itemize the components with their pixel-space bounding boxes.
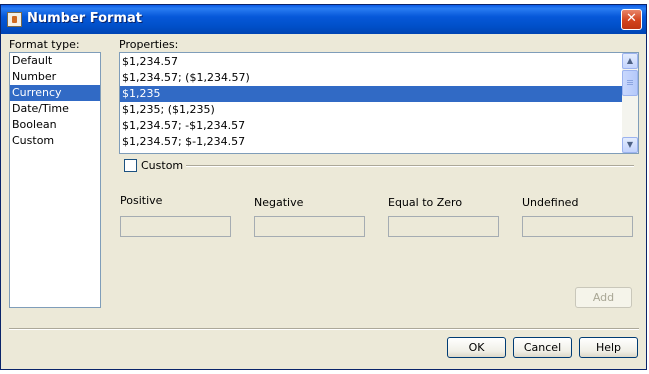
positive-label: Positive	[120, 194, 163, 207]
format-type-item[interactable]: Custom	[10, 133, 100, 149]
java-cup-icon	[7, 12, 22, 27]
equal-to-zero-label: Equal to Zero	[388, 196, 463, 209]
format-type-item[interactable]: Currency	[10, 85, 100, 101]
help-button[interactable]: Help	[579, 337, 638, 358]
positive-field[interactable]	[120, 216, 231, 237]
properties-item[interactable]: $1,235	[120, 86, 638, 102]
format-type-item[interactable]: Date/Time	[10, 101, 100, 117]
properties-item[interactable]: $1,234.57; ($1,234.57)	[120, 70, 638, 86]
window-title: Number Format	[27, 11, 142, 26]
format-type-list[interactable]: Default Number Currency Date/Time Boolean Cus…	[9, 52, 101, 308]
properties-item[interactable]: $1,234.57; $-1,234.57	[120, 134, 638, 150]
cancel-button[interactable]: Cancel	[513, 337, 572, 358]
negative-label: Negative	[254, 196, 304, 209]
properties-item[interactable]: $1,234.57	[120, 54, 638, 70]
undefined-label: Undefined	[522, 196, 579, 209]
scroll-up-icon[interactable]: ▲	[622, 53, 638, 69]
negative-field[interactable]	[254, 216, 365, 237]
scroll-down-icon[interactable]: ▼	[622, 137, 638, 153]
format-type-item[interactable]: Boolean	[10, 117, 100, 133]
custom-checkbox[interactable]	[124, 159, 137, 172]
format-type-item[interactable]: Number	[10, 69, 100, 85]
format-type-item[interactable]: Default	[10, 53, 100, 69]
close-button[interactable]: ✕	[621, 9, 642, 30]
properties-list[interactable]: $1,234.57 $1,234.57; ($1,234.57) $1,235 $1,…	[119, 52, 639, 154]
properties-scrollbar[interactable]: ▲ ▼	[622, 53, 638, 153]
properties-item[interactable]: $1,235; ($1,235)	[120, 102, 638, 118]
equal-to-zero-field[interactable]	[388, 216, 499, 237]
format-type-label: Format type:	[9, 38, 80, 51]
title-bar[interactable]: Number Format ✕	[1, 5, 646, 34]
scroll-thumb[interactable]	[622, 70, 638, 96]
undefined-field[interactable]	[522, 216, 633, 237]
properties-item[interactable]: $1,234.57; -$1,234.57	[120, 118, 638, 134]
custom-checkbox-label: Custom	[141, 159, 184, 172]
add-button[interactable]: Add	[575, 287, 632, 308]
number-format-dialog: Number Format ✕ Format type: Default Numb…	[0, 4, 647, 370]
ok-button[interactable]: OK	[447, 337, 506, 358]
properties-label: Properties:	[119, 38, 179, 51]
